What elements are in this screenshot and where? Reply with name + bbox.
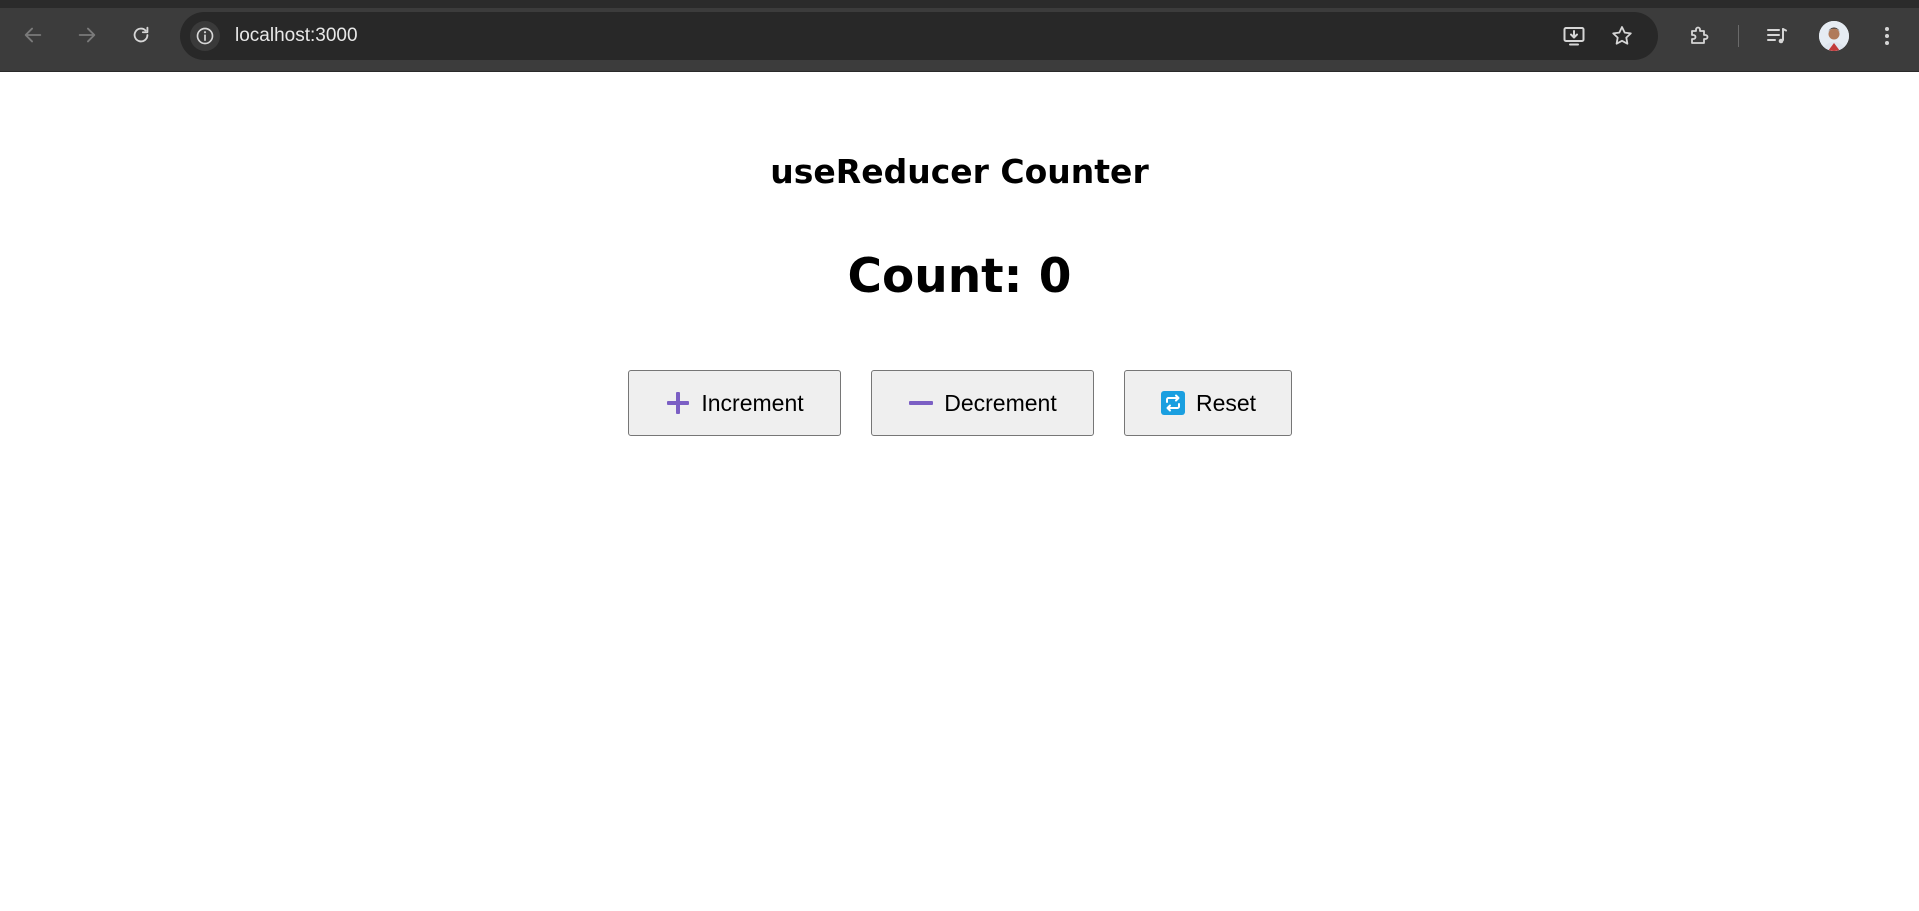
puzzle-icon xyxy=(1691,26,1709,44)
reset-button[interactable]: Reset xyxy=(1124,370,1292,436)
page-title: useReducer Counter xyxy=(770,152,1149,191)
browser-menu-button[interactable] xyxy=(1874,23,1900,49)
arrow-left-icon xyxy=(24,27,42,43)
extensions-button[interactable] xyxy=(1686,23,1712,49)
media-controls-icon xyxy=(1767,28,1787,44)
back-button[interactable] xyxy=(16,18,50,52)
media-controls-button[interactable] xyxy=(1764,23,1790,49)
page-content: useReducer Counter Count: 0 Increment De… xyxy=(0,72,1919,911)
address-bar[interactable]: localhost:3000 xyxy=(180,12,1658,60)
install-app-icon xyxy=(1563,27,1585,46)
decrement-label: Decrement xyxy=(944,389,1057,416)
avatar[interactable] xyxy=(1819,21,1849,51)
reload-button[interactable] xyxy=(124,18,158,52)
forward-button[interactable] xyxy=(70,18,104,52)
reload-icon xyxy=(133,26,149,43)
star-icon xyxy=(1612,26,1632,45)
decrement-button[interactable]: Decrement xyxy=(871,370,1094,436)
increment-button[interactable]: Increment xyxy=(628,370,841,436)
count-display: Count: 0 xyxy=(847,249,1072,304)
minus-icon xyxy=(908,390,934,416)
arrow-right-icon xyxy=(78,27,96,43)
install-app-button[interactable] xyxy=(1562,24,1586,48)
plus-icon xyxy=(665,390,691,416)
browser-toolbar: localhost:3000 xyxy=(0,0,1919,72)
toolbar-separator xyxy=(1738,25,1739,47)
kebab-menu-icon xyxy=(1885,27,1889,45)
reset-label: Reset xyxy=(1195,389,1257,416)
info-icon xyxy=(196,27,214,45)
bookmark-button[interactable] xyxy=(1610,24,1634,48)
tab-strip xyxy=(0,0,1919,8)
increment-label: Increment xyxy=(701,389,804,416)
url-text[interactable]: localhost:3000 xyxy=(235,24,358,48)
site-info-button[interactable] xyxy=(190,21,220,51)
repeat-icon xyxy=(1160,390,1186,416)
profile-photo-icon xyxy=(1819,21,1849,51)
